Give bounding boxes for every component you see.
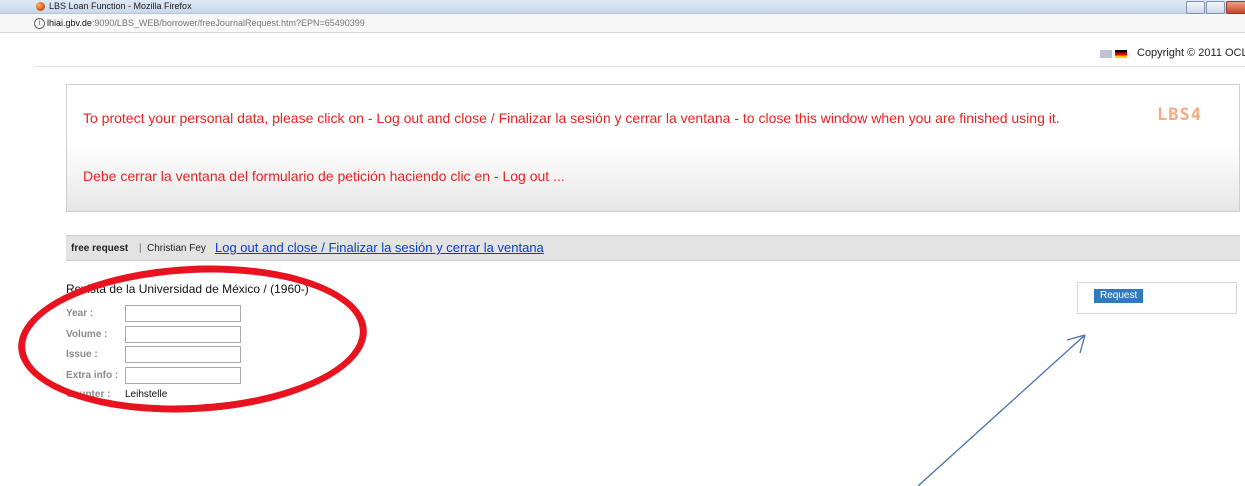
free-request-label: free request [71,243,129,254]
nav-separator: | [139,243,142,254]
url-host: lhiai.gbv.de [47,18,92,28]
copyright-text: Copyright © 2011 OCLC [1137,47,1245,59]
address-bar[interactable]: i lhiai.gbv.de:9090/LBS_WEB/borrower/fre… [0,14,1245,33]
german-flag-icon[interactable] [1115,50,1127,58]
issue-label: Issue : [66,349,98,360]
url-path: :9090/LBS_WEB/borrower/freeJournalReques… [91,18,365,28]
close-window-button[interactable] [1226,1,1245,14]
extra-info-input[interactable] [125,367,241,384]
maximize-button[interactable] [1206,1,1225,14]
volume-label: Volume : [66,329,108,340]
info-icon[interactable]: i [34,18,45,29]
arrow-shaft [917,334,1086,486]
english-flag-icon[interactable] [1100,50,1112,58]
lbs-logo: LBS4 [1157,105,1202,125]
nav-bar: free request | Christian Fey Log out and… [66,235,1240,261]
year-input[interactable] [125,305,241,322]
notice-text-spanish: Debe cerrar la ventana del formulario de… [83,168,565,184]
request-panel: Request [1077,282,1237,314]
header-divider [35,66,1245,67]
url-text[interactable]: lhiai.gbv.de:9090/LBS_WEB/borrower/freeJ… [47,17,365,29]
user-name: Christian Fey [147,243,206,254]
window-title: LBS Loan Function - Mozilla Firefox [49,1,192,11]
volume-input[interactable] [125,326,241,343]
journal-title: Revista de la Universidad de México / (1… [66,282,309,296]
arrow-head-left [1066,334,1086,341]
minimize-button[interactable] [1186,1,1205,14]
year-label: Year : [66,308,94,319]
window-titlebar: LBS Loan Function - Mozilla Firefox [0,0,1245,14]
extra-info-label: Extra info : [66,370,119,381]
firefox-icon [36,2,45,11]
counter-value: Leihstelle [125,389,168,400]
logout-link[interactable]: Log out and close / Finalizar la sesión … [215,240,544,255]
counter-label: Counter : [66,389,111,400]
notice-text-english: To protect your personal data, please cl… [83,110,1060,126]
request-button[interactable]: Request [1094,289,1144,303]
issue-input[interactable] [125,346,241,363]
privacy-notice: To protect your personal data, please cl… [66,84,1240,212]
arrow-head-right [1079,334,1086,354]
